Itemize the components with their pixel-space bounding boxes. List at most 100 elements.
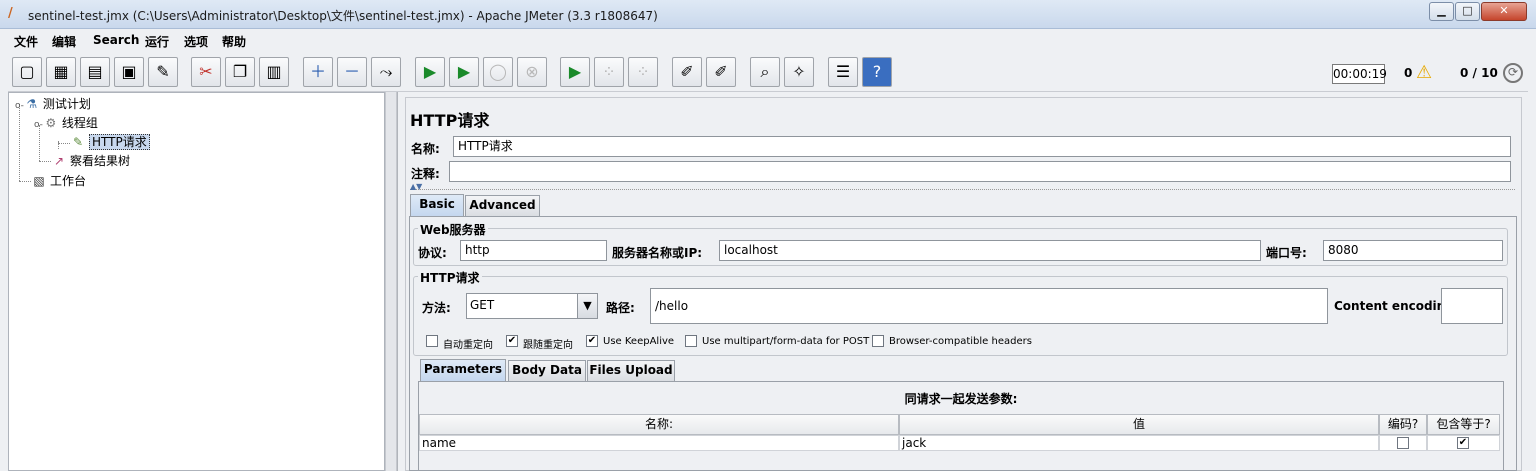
save-icon: ▣ [121, 62, 137, 81]
collapse-divider[interactable] [410, 182, 1515, 190]
shutdown-button[interactable]: ⊗ [517, 57, 547, 87]
reset-search-button[interactable]: ✧ [784, 57, 814, 87]
col-header-value[interactable]: 值 [899, 414, 1379, 435]
menu-file[interactable]: 文件 [14, 33, 38, 50]
new-icon: ▢ [19, 62, 35, 81]
paste-button[interactable]: ▥ [259, 57, 289, 87]
chevron-down-icon[interactable]: ▼ [577, 294, 597, 318]
tab-parameters[interactable]: Parameters [420, 359, 506, 382]
param-name-cell[interactable]: name [419, 435, 899, 451]
save-as-button[interactable]: ✎ [148, 57, 178, 87]
reset-search-icon: ✧ [792, 62, 806, 81]
content-encoding-field[interactable] [1441, 288, 1503, 324]
include-equals-checkbox[interactable]: ✔ [1457, 437, 1469, 449]
workbench-icon: ▧ [33, 174, 45, 188]
col-header-name[interactable]: 名称: [419, 414, 899, 435]
multipart-label: Use multipart/form-data for POST [702, 336, 870, 347]
tab-advanced[interactable]: Advanced [465, 195, 540, 216]
collapse-arrows-icon[interactable]: ▲▼ [410, 182, 422, 191]
web-server-group-title: Web服务器 [418, 221, 488, 238]
help-button[interactable]: ? [862, 57, 892, 87]
param-value-cell[interactable]: jack [899, 435, 1379, 451]
toggle-button[interactable]: ⤳ [371, 57, 401, 87]
follow-redirect-checkbox[interactable]: ✔ [506, 335, 518, 347]
copy-button[interactable]: ❐ [225, 57, 255, 87]
remote-shutdown-button[interactable]: ⁘ [628, 57, 658, 87]
stop-icon: ◯ [489, 62, 507, 81]
warning-icon[interactable]: ⚠ [1416, 62, 1432, 83]
param-encode-cell[interactable] [1379, 435, 1427, 451]
path-field[interactable]: /hello [650, 288, 1328, 324]
function-helper-button[interactable]: ☰ [828, 57, 858, 87]
running-status-icon: ⟳ [1503, 63, 1523, 83]
browser-headers-checkbox[interactable] [872, 335, 884, 347]
tab-body-data[interactable]: Body Data [508, 360, 586, 381]
protocol-field[interactable]: http [460, 240, 607, 261]
copy-icon: ❐ [232, 62, 248, 81]
tab-basic[interactable]: Basic [410, 194, 464, 217]
templates-button[interactable]: ▦ [46, 57, 76, 87]
remote-start-button[interactable]: ▶ [560, 57, 590, 87]
method-value: GET [470, 298, 495, 312]
remote-stop-button[interactable]: ⁘ [594, 57, 624, 87]
menu-run[interactable]: 运行 [145, 33, 169, 50]
multipart-checkbox[interactable] [685, 335, 697, 347]
start-no-pause-button[interactable]: ▶ [449, 57, 479, 87]
cut-icon: ✂ [199, 62, 213, 81]
browser-headers-label: Browser-compatible headers [889, 336, 1032, 347]
tree-item-thread-group[interactable]: o- ⚙ 线程组 [34, 114, 98, 132]
tree-item-label: HTTP请求 [89, 134, 150, 150]
start-button[interactable]: ▶ [415, 57, 445, 87]
tree-item-result-tree[interactable]: ↗ 察看结果树 [51, 152, 130, 170]
comment-field[interactable] [449, 161, 1511, 182]
tree-item-http-request[interactable]: ✎ HTTP请求 [70, 133, 150, 151]
follow-redirect-label: 跟随重定向 [523, 340, 573, 351]
clear-button[interactable]: ✐ [672, 57, 702, 87]
port-label: 端口号: [1266, 246, 1307, 260]
port-field[interactable]: 8080 [1323, 240, 1503, 261]
expand-button[interactable]: ＋ [303, 57, 333, 87]
tab-files-upload[interactable]: Files Upload [587, 360, 675, 381]
server-field[interactable]: localhost [719, 240, 1261, 261]
method-select[interactable]: GET ▼ [466, 293, 598, 319]
col-header-include-equals[interactable]: 包含等于? [1427, 414, 1500, 435]
maximize-button[interactable]: □ [1455, 2, 1480, 21]
new-button[interactable]: ▢ [12, 57, 42, 87]
close-button[interactable]: ✕ [1481, 2, 1527, 21]
gear-icon: ⚙ [45, 116, 57, 130]
open-button[interactable]: ▤ [80, 57, 110, 87]
remote-stop-icon: ⁘ [602, 62, 616, 81]
minimize-button[interactable]: ▁ [1429, 2, 1454, 21]
path-label: 路径: [606, 301, 635, 315]
help-icon: ? [872, 62, 882, 81]
paste-icon: ▥ [266, 62, 282, 81]
menu-edit[interactable]: 编辑 [52, 33, 76, 50]
shutdown-icon: ⊗ [525, 62, 539, 81]
tree-item-label: 察看结果树 [70, 154, 131, 168]
tree-item-workbench[interactable]: ▧ 工作台 [31, 172, 86, 190]
keepalive-checkbox[interactable]: ✔ [586, 335, 598, 347]
clear-all-button[interactable]: ✐ [706, 57, 736, 87]
clear-all-icon: ✐ [714, 62, 728, 81]
panel-splitter[interactable] [385, 92, 397, 471]
clear-icon: ✐ [680, 62, 694, 81]
auto-redirect-label: 自动重定向 [443, 340, 493, 351]
test-plan-tree: o- ⚗ 测试计划 o- ⚙ 线程组 ✎ HTTP请求 ↗ 察看结果树 ▧ 工作台 [8, 92, 385, 471]
name-field[interactable]: HTTP请求 [453, 136, 1511, 157]
menu-search[interactable]: Search [93, 33, 139, 47]
start-no-pause-icon: ▶ [457, 62, 471, 81]
open-icon: ▤ [87, 62, 103, 81]
param-include-equals-cell[interactable]: ✔ [1427, 435, 1500, 451]
toggle-icon: ⤳ [379, 62, 393, 81]
col-header-encode[interactable]: 编码? [1379, 414, 1427, 435]
tree-item-test-plan[interactable]: o- ⚗ 测试计划 [15, 95, 91, 113]
search-button[interactable]: ⌕ [750, 57, 780, 87]
stop-button[interactable]: ◯ [483, 57, 513, 87]
cut-button[interactable]: ✂ [191, 57, 221, 87]
menu-help[interactable]: 帮助 [222, 33, 246, 50]
auto-redirect-checkbox[interactable] [426, 335, 438, 347]
encode-checkbox[interactable] [1397, 437, 1409, 449]
collapse-button[interactable]: － [337, 57, 367, 87]
menu-options[interactable]: 选项 [184, 33, 208, 50]
save-button[interactable]: ▣ [114, 57, 144, 87]
